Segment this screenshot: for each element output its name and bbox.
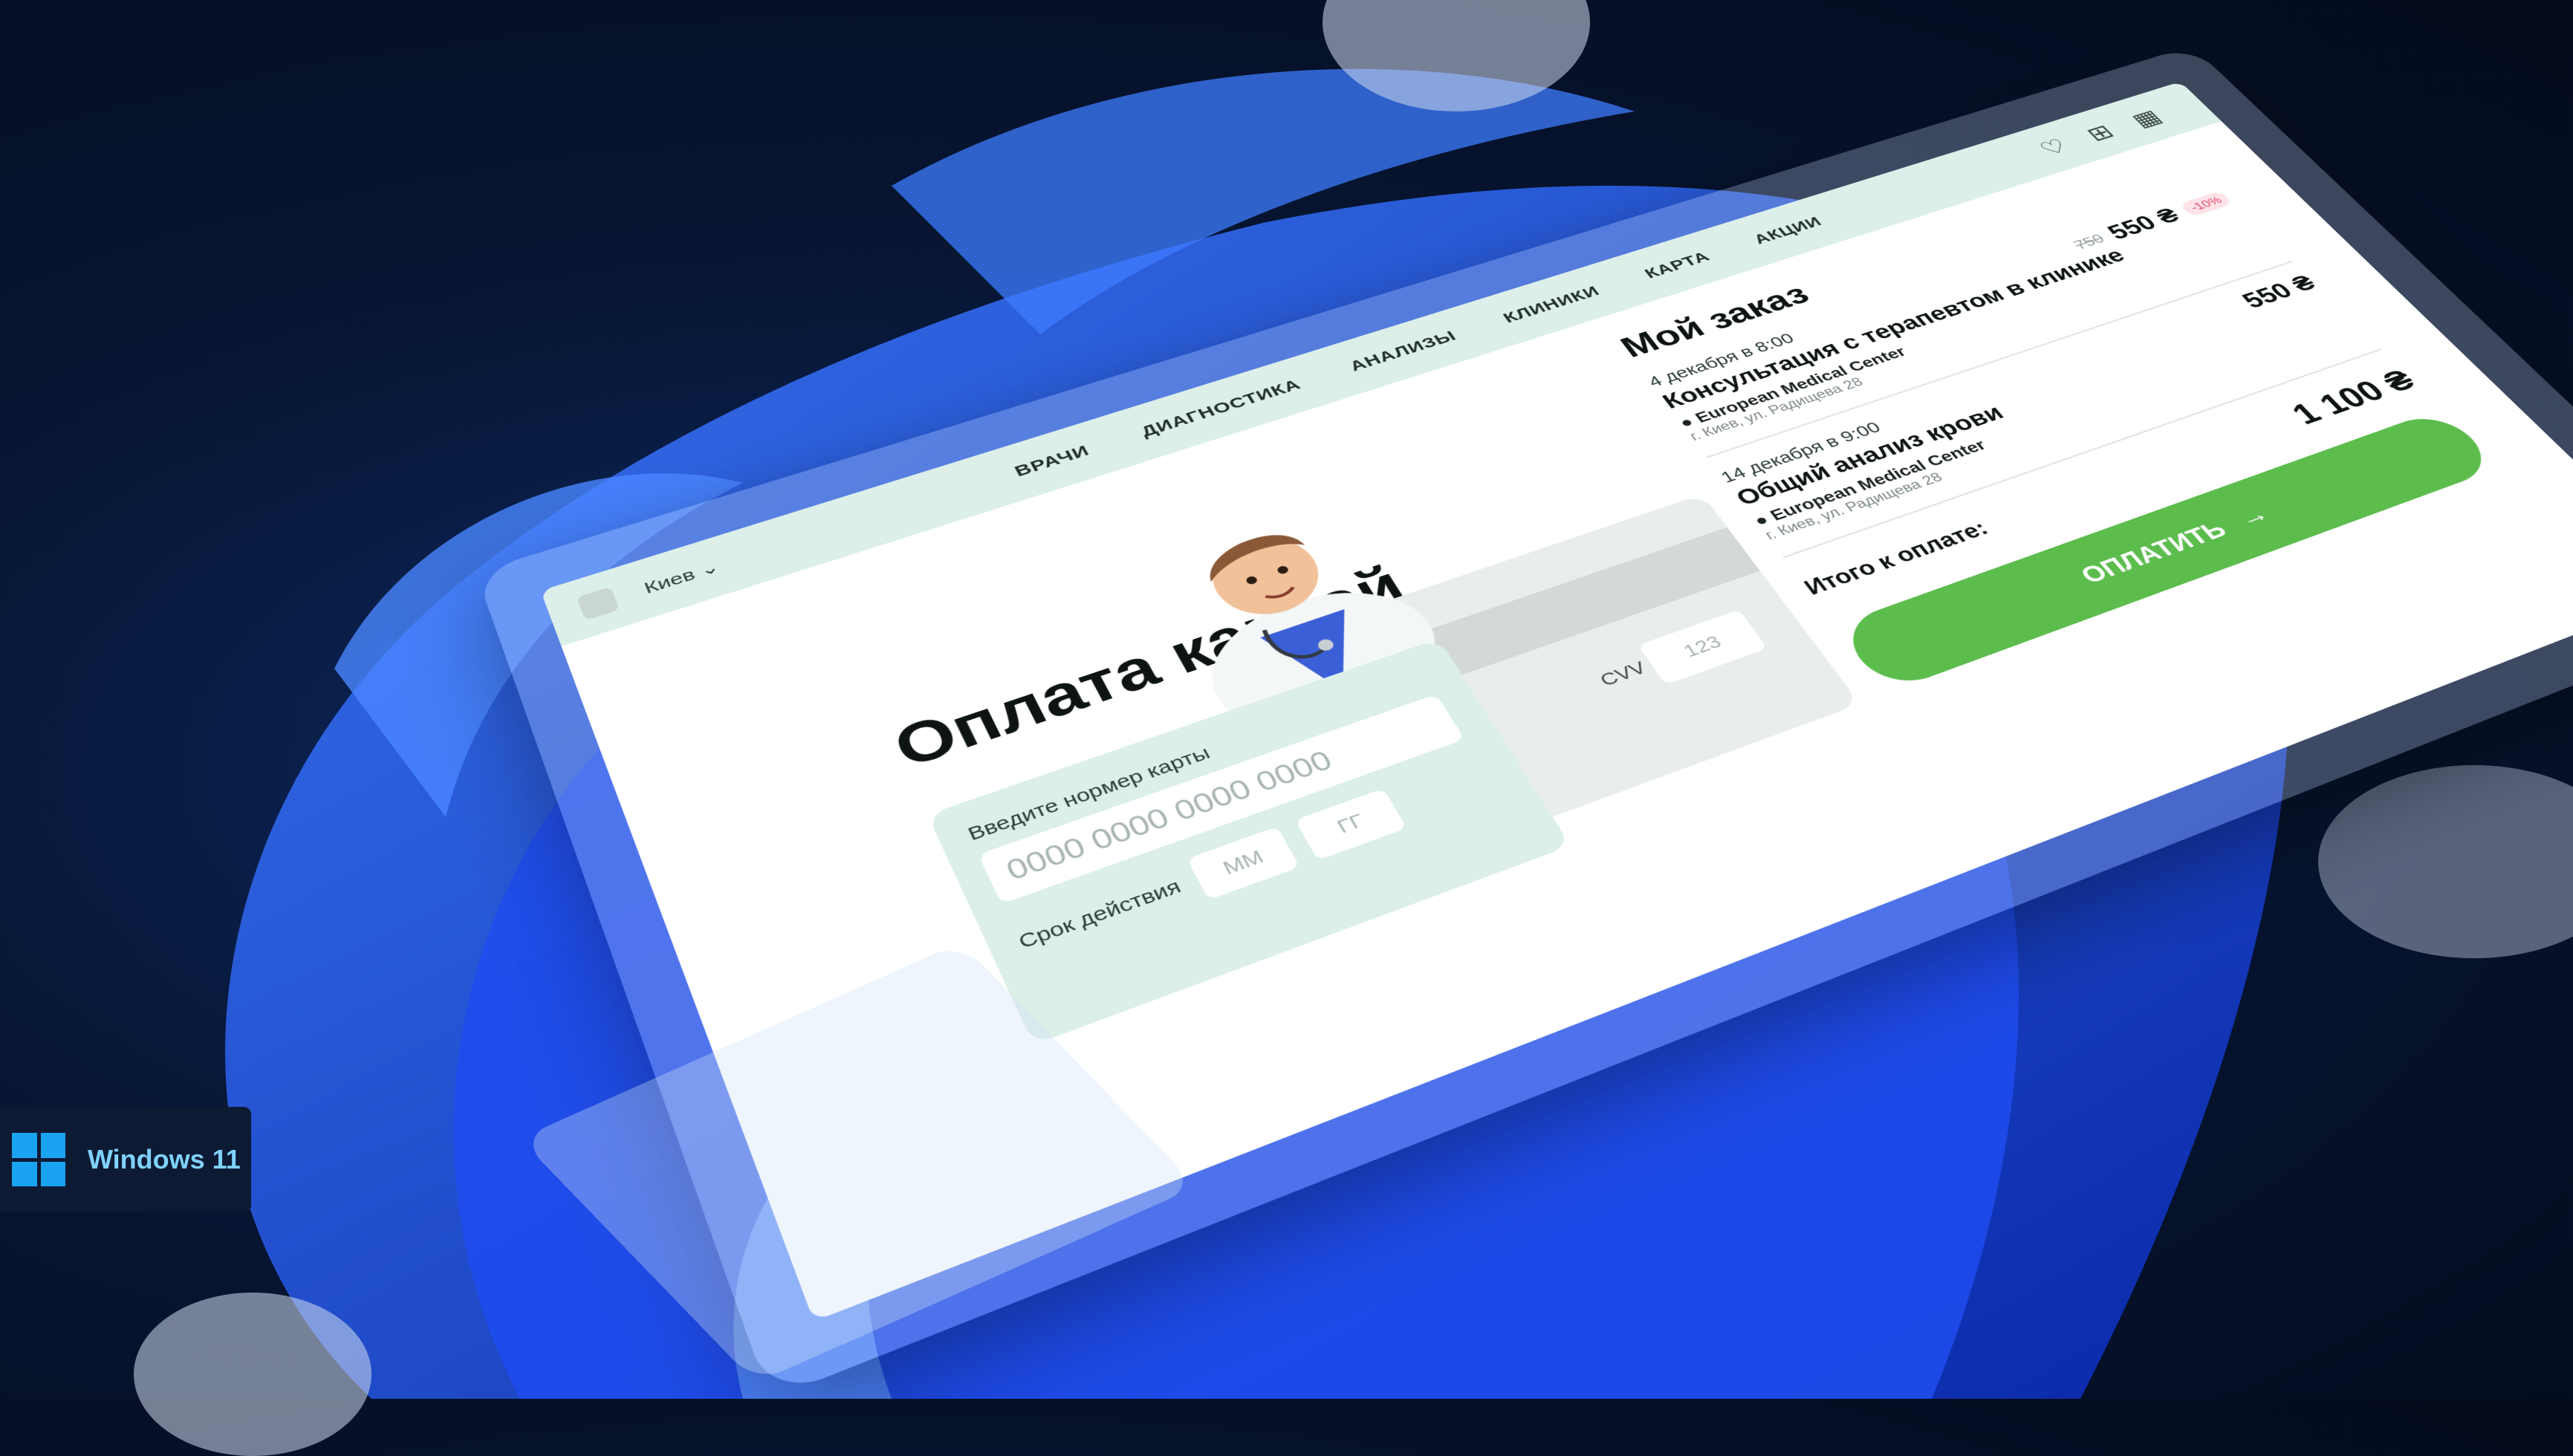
expiry-year-input[interactable]: ГГ bbox=[1295, 788, 1407, 860]
heart-icon[interactable]: ♡ bbox=[2034, 134, 2074, 160]
windows-11-badge: Windows 11 bbox=[0, 1107, 251, 1212]
nav-link-clinics[interactable]: КЛИНИКИ bbox=[1500, 283, 1603, 326]
pay-button-label: ОПЛАТИТЬ bbox=[2075, 517, 2233, 589]
arrow-right-icon: → bbox=[2231, 501, 2275, 532]
cvv-label: CVV bbox=[1596, 658, 1651, 691]
nav-link-map[interactable]: КАРТА bbox=[1641, 249, 1714, 282]
cvv-input[interactable]: 123 bbox=[1638, 610, 1767, 685]
expiry-month-input[interactable]: ММ bbox=[1187, 826, 1300, 900]
city-selector[interactable]: Киев ⌄ bbox=[641, 557, 722, 597]
calendar-icon[interactable]: ▦ bbox=[2126, 105, 2167, 131]
window-control[interactable] bbox=[577, 587, 620, 621]
medical-case-icon[interactable]: ⊞ bbox=[2081, 120, 2120, 146]
nav-link-doctors[interactable]: ВРАЧИ bbox=[1012, 442, 1093, 481]
isometric-scene: Киев ⌄ ВРАЧИ ДИАГНОСТИКА АНАЛИЗЫ КЛИНИКИ… bbox=[0, 0, 2573, 1399]
nav-link-promotions[interactable]: АКЦИИ bbox=[1750, 214, 1826, 247]
badge-label: Windows 11 bbox=[88, 1144, 241, 1175]
windows-logo-icon bbox=[12, 1133, 65, 1186]
